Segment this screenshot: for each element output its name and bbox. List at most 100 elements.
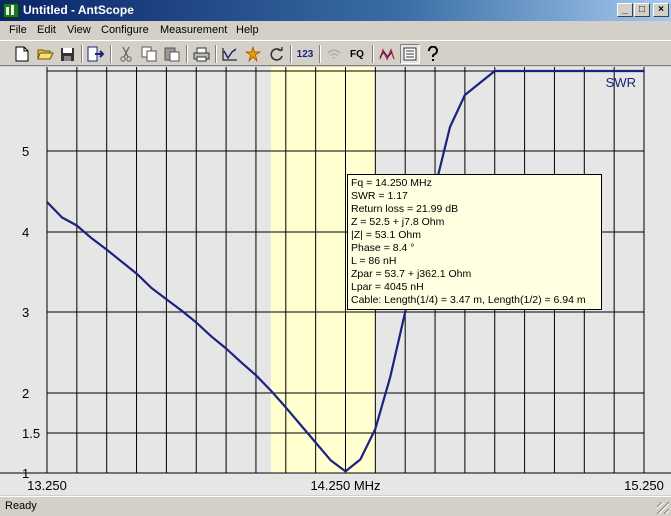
- y-tick-label: 5: [22, 144, 29, 159]
- data-point: [359, 458, 362, 461]
- y-tick-label: 4: [22, 225, 29, 240]
- close-button[interactable]: ×: [653, 3, 669, 17]
- x-tick-label: 14.250 MHz: [310, 478, 380, 493]
- copy-icon[interactable]: [139, 44, 159, 64]
- save-disk-icon[interactable]: [57, 44, 77, 64]
- data-point: [449, 126, 451, 128]
- list-view-icon[interactable]: [400, 44, 420, 64]
- data-point: [61, 216, 63, 219]
- data-point: [46, 201, 48, 203]
- paste-icon[interactable]: [162, 44, 182, 64]
- toolbar-separator: [110, 45, 112, 63]
- resize-grip-icon[interactable]: [657, 502, 669, 514]
- app-icon: [3, 3, 19, 18]
- tooltip-return-loss: Return loss = 21.99 dB: [351, 203, 459, 215]
- help-question-icon[interactable]: [423, 44, 443, 64]
- tooltip-inductance: L = 86 nH: [351, 255, 397, 267]
- new-file-icon[interactable]: [12, 44, 32, 64]
- data-point: [598, 70, 601, 72]
- data-point: [479, 82, 481, 84]
- toolbar: 123 FQ: [0, 40, 671, 66]
- menu-bar: File Edit View Configure Measurement Hel…: [0, 21, 671, 40]
- print-icon[interactable]: [191, 44, 211, 64]
- data-point: [493, 70, 496, 72]
- tooltip-impedance: Z = 52.5 + j7.8 Ohm: [351, 216, 445, 228]
- toolbar-separator: [290, 45, 292, 63]
- tooltip-cable-length: Cable: Length(1/4) = 3.47 m, Length(1/2)…: [351, 294, 586, 306]
- y-tick-label: 1.5: [22, 426, 40, 441]
- data-point: [523, 70, 526, 72]
- data-point: [643, 70, 645, 72]
- data-point: [329, 459, 332, 462]
- swr-chart-area[interactable]: 1 1.5 2 3 4 5 13.250 14.250 MHz 15.250 SWR Fq = 1…: [0, 67, 671, 495]
- dual-graph-icon[interactable]: [377, 44, 397, 64]
- refresh-icon[interactable]: [266, 44, 286, 64]
- legend-swr: SWR: [606, 75, 636, 90]
- data-point: [150, 287, 153, 289]
- data-point: [270, 389, 272, 392]
- y-tick-label: 3: [22, 305, 29, 320]
- data-point: [464, 94, 466, 96]
- window-title: Untitled - AntScope: [23, 3, 134, 17]
- data-point: [374, 428, 377, 430]
- data-point: [568, 70, 571, 72]
- data-point: [314, 441, 317, 444]
- status-text: Ready: [5, 500, 37, 512]
- data-point: [120, 260, 123, 263]
- x-tick-label: 13.250: [27, 478, 67, 493]
- data-point: [583, 70, 586, 72]
- numeric-123-icon[interactable]: 123: [295, 44, 315, 64]
- wireless-icon[interactable]: [324, 44, 344, 64]
- measurement-tooltip: Fq = 14.250 MHz SWR = 1.17 Return loss =…: [347, 174, 602, 310]
- data-point: [285, 406, 287, 409]
- maximize-button[interactable]: □: [634, 3, 650, 17]
- data-point: [553, 70, 556, 72]
- toolbar-separator: [81, 45, 83, 63]
- toolbar-separator: [319, 45, 321, 63]
- data-point: [344, 470, 347, 473]
- data-point: [538, 70, 541, 72]
- data-point: [76, 224, 78, 227]
- data-point: [210, 335, 212, 338]
- data-point: [628, 70, 630, 72]
- data-point: [613, 70, 615, 72]
- data-point: [404, 311, 407, 313]
- toolbar-separator: [186, 45, 188, 63]
- tooltip-phase: Phase = 8.4 °: [351, 242, 415, 254]
- toolbar-separator: [372, 45, 374, 63]
- minimize-button[interactable]: _: [617, 3, 633, 17]
- data-point: [225, 347, 227, 350]
- menu-configure[interactable]: Configure: [101, 24, 149, 36]
- tooltip-lpar: Lpar = 4045 nH: [351, 281, 424, 293]
- title-bar: Untitled - AntScope _ □ ×: [0, 0, 671, 21]
- menu-measurement[interactable]: Measurement: [160, 24, 227, 36]
- y-tick-label: 2: [22, 386, 29, 401]
- data-point: [299, 424, 302, 426]
- data-point: [105, 248, 108, 251]
- tooltip-swr: SWR = 1.17: [351, 190, 408, 202]
- status-bar: Ready: [0, 496, 671, 516]
- plot-swr-icon[interactable]: [220, 44, 240, 64]
- data-point: [135, 272, 138, 275]
- data-point: [180, 309, 183, 312]
- data-point: [240, 361, 242, 364]
- open-folder-icon[interactable]: [35, 44, 55, 64]
- data-point: [508, 70, 511, 72]
- menu-view[interactable]: View: [67, 24, 91, 36]
- data-point: [165, 298, 168, 300]
- toolbar-separator: [215, 45, 217, 63]
- star-burst-icon[interactable]: [243, 44, 263, 64]
- tooltip-impedance-magnitude: |Z| = 53.1 Ohm: [351, 229, 421, 241]
- data-point: [90, 237, 93, 240]
- data-point: [389, 376, 392, 378]
- menu-file[interactable]: File: [9, 24, 27, 36]
- cut-scissors-icon[interactable]: [116, 44, 136, 64]
- tooltip-zpar: Zpar = 53.7 + j362.1 Ohm: [351, 268, 472, 280]
- menu-edit[interactable]: Edit: [37, 24, 56, 36]
- menu-help[interactable]: Help: [236, 24, 259, 36]
- tooltip-frequency: Fq = 14.250 MHz: [351, 177, 432, 189]
- frequency-fq-icon[interactable]: FQ: [347, 44, 367, 64]
- data-point: [195, 321, 198, 324]
- export-icon[interactable]: [86, 44, 106, 64]
- data-point: [255, 374, 257, 376]
